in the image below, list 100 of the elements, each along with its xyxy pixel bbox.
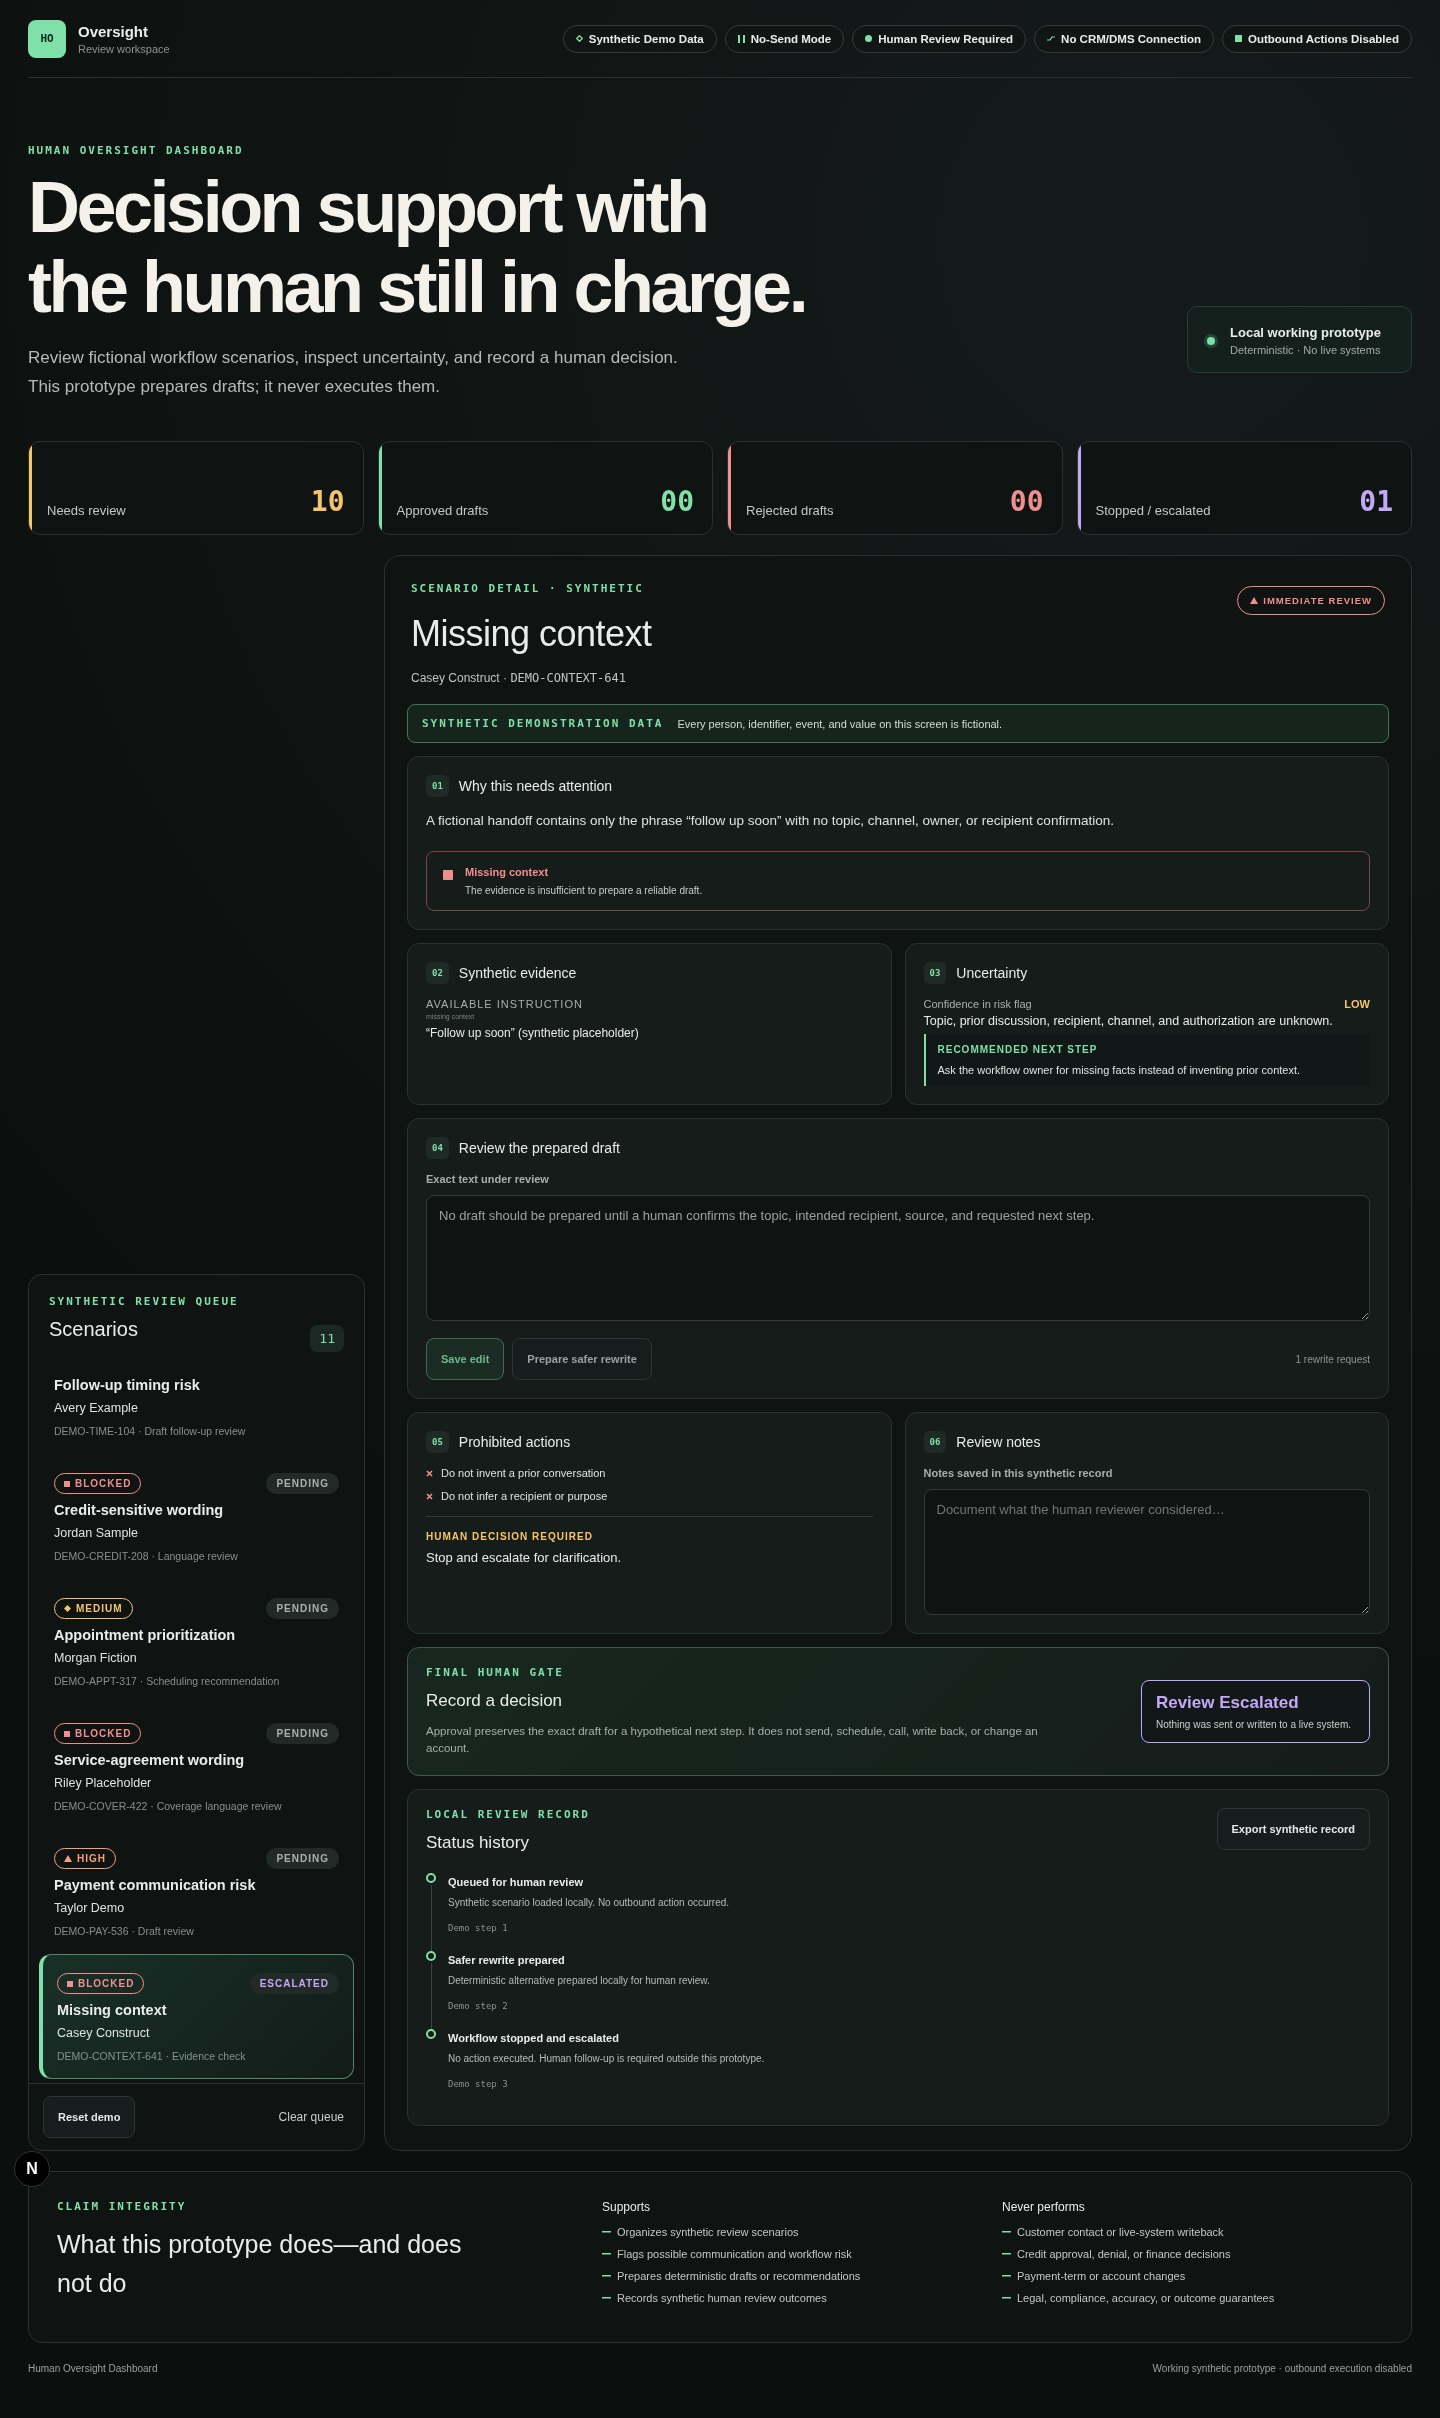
notice-text: Every person, identifier, event, and value on this screen is fictional. [677,717,1003,730]
stat-label: Needs review [47,503,126,518]
notice-label: SYNTHETIC DEMONSTRATION DATA [422,717,664,730]
decision-text: Stop and escalate for clarification. [426,1550,623,1565]
section-number: 03 [923,962,947,984]
queue-item[interactable]: HIGH PENDING Payment communication risk Taylor Demo DEMO-PAY-536 · Draft review [39,1829,354,1954]
claim-item: Prepares deterministic drafts or recommendations [617,2270,861,2282]
square-icon [64,1480,70,1487]
gate-title: Record a decision [426,1691,564,1711]
claim-item: Records synthetic human review outcomes [617,2292,827,2304]
claim-item: Credit approval, denial, or finance decisions [1017,2248,1231,2260]
section-number: 06 [923,1431,947,1453]
section-number: 02 [426,962,449,984]
detail-eyebrow: SCENARIO DETAIL · SYNTHETIC [411,582,645,595]
decision-label: HUMAN DECISION REQUIRED [426,1531,594,1542]
dash-icon [1002,2297,1011,2299]
notes-field[interactable]: Document what the human reviewer considered… [923,1489,1370,1615]
detail-title: Missing context [411,613,652,655]
detail-subtitle: Casey Construct · DEMO-CONTEXT-641 [411,671,627,685]
reset-demo-button[interactable]: Reset demo [43,2096,136,2138]
cross-icon [426,1469,433,1477]
prohibited-item: Do not infer a recipient or purpose [441,1490,608,1502]
confidence-level: LOW [1344,998,1370,1010]
step-text: Deterministic alternative prepared locally for human review. [448,1975,711,1986]
square-icon [1235,35,1242,42]
scenario-person: Taylor Demo [54,1901,126,1915]
hero-eyebrow: HUMAN OVERSIGHT DASHBOARD [28,144,245,157]
scenario-person: Riley Placeholder [54,1776,153,1790]
app-title: Oversight [78,22,150,40]
hero-title: Decision support with the human still in charge. [28,167,806,327]
step-title: Queued for human review [448,1876,585,1888]
scenario-title: Missing context [57,2002,168,2018]
cross-icon [426,1492,433,1500]
queue-item[interactable]: BLOCKED PENDING Service-agreement wording Riley Placeholder DEMO-COVER-422 · Coverage language review [39,1704,354,1829]
queue-eyebrow: SYNTHETIC REVIEW QUEUE [49,1295,239,1308]
status-title: Local working prototype [1230,325,1381,340]
save-edit-button[interactable]: Save edit [426,1338,505,1380]
gate-eyebrow: FINAL HUMAN GATE [426,1666,565,1679]
scenario-meta: DEMO-PAY-536 · Draft review [54,1925,195,1937]
dot-icon [865,35,873,42]
status-badge: PENDING [266,1473,339,1494]
pause-icon [737,34,745,43]
section-number: 04 [426,1137,449,1159]
section-title: Review notes [956,1434,1041,1450]
footer-title: Human Oversight Dashboard [28,2363,158,2374]
scenario-title: Service-agreement wording [54,1752,246,1768]
diamond-icon [64,1605,71,1612]
dash-icon [1002,2253,1011,2255]
dash-icon [602,2253,611,2255]
confidence-label: Confidence in risk flag [923,998,1032,1010]
rewrite-count: 1 rewrite request [1295,1353,1370,1365]
queue-item[interactable]: MEDIUM PENDING Appointment prioritization Morgan Fiction DEMO-APPT-317 · Scheduling recommendation [39,1579,354,1704]
status-badge: ESCALATED [249,1973,339,1994]
dash-icon [602,2297,611,2299]
queue-item[interactable]: BLOCKED ESCALATED Missing context Casey Construct DEMO-CONTEXT-641 · Evidence check [39,1954,354,2079]
status-subtitle: Deterministic · No live systems [1230,344,1381,356]
prepare-rewrite-button[interactable]: Prepare safer rewrite [512,1338,652,1380]
dev-indicator[interactable]: N [14,2151,50,2187]
hero-description: Review fictional workflow scenarios, inspect uncertainty, and record a human decision. This prototype prepares drafts; it never executes them. [28,347,679,398]
scenario-title: Follow-up timing risk [54,1377,201,1393]
status-pill: No-Send Mode [724,24,845,53]
record-title: Status history [426,1833,530,1853]
attention-text: A fictional handoff contains only the phrase “follow up soon” with no topic, channel, owner, or recipient confirmation. [426,812,1115,830]
record-eyebrow: LOCAL REVIEW RECORD [426,1808,590,1821]
section-title: Review the prepared draft [458,1140,620,1156]
clear-queue-button[interactable]: Clear queue [272,2109,350,2125]
status-pill: Outbound Actions Disabled [1222,24,1412,53]
result-title: Review Escalated [1155,1693,1300,1713]
section-title: Uncertainty [956,965,1028,981]
scenario-meta: DEMO-TIME-104 · Draft follow-up review [54,1425,247,1437]
scenario-meta: DEMO-APPT-317 · Scheduling recommendation [54,1675,281,1687]
evidence-label: AVAILABLE INSTRUCTION [426,998,584,1010]
app-logo: HO [28,19,66,58]
scenario-meta: DEMO-CREDIT-208 · Language review [54,1550,239,1562]
draft-text-field[interactable]: No draft should be prepared until a human confirms the topic, intended recipient, source, and requested next step. [426,1195,1370,1321]
next-step-label: RECOMMENDED NEXT STEP [937,1044,1099,1055]
stat-label: Stopped / escalated [1095,503,1211,518]
scenario-person: Jordan Sample [54,1526,140,1540]
status-badge: PENDING [266,1848,339,1869]
export-record-button[interactable]: Export synthetic record [1216,1808,1370,1850]
notes-label: Notes saved in this synthetic record [923,1467,1114,1479]
section-number: 05 [426,1431,449,1453]
dash-icon [602,2231,611,2233]
stat-value: 00 [660,485,694,518]
queue-item[interactable]: BLOCKED PENDING Credit-sensitive wording Jordan Sample DEMO-CREDIT-208 · Language review [39,1454,354,1579]
draft-label: Exact text under review [426,1173,550,1185]
section-number: 01 [426,775,449,797]
square-icon [64,1730,70,1737]
stat-value: 10 [310,485,345,518]
uncertainty-text: Topic, prior discussion, recipient, channel, and authorization are unknown. [923,1014,1334,1028]
claims-eyebrow: CLAIM INTEGRITY [57,2200,188,2213]
stat-value: 00 [1009,485,1044,518]
section-title: Why this needs attention [458,778,613,794]
status-badge: PENDING [266,1598,339,1619]
timeline-dot [426,1873,436,1883]
prohibited-item: Do not invent a prior conversation [441,1467,606,1479]
step-title: Safer rewrite prepared [448,1954,566,1966]
queue-item[interactable]: Follow-up timing risk Avery Example DEMO-TIME-104 · Draft follow-up review [39,1358,354,1454]
claims-title: What this prototype does—and does not do [57,2229,463,2299]
link-icon [1047,36,1056,41]
